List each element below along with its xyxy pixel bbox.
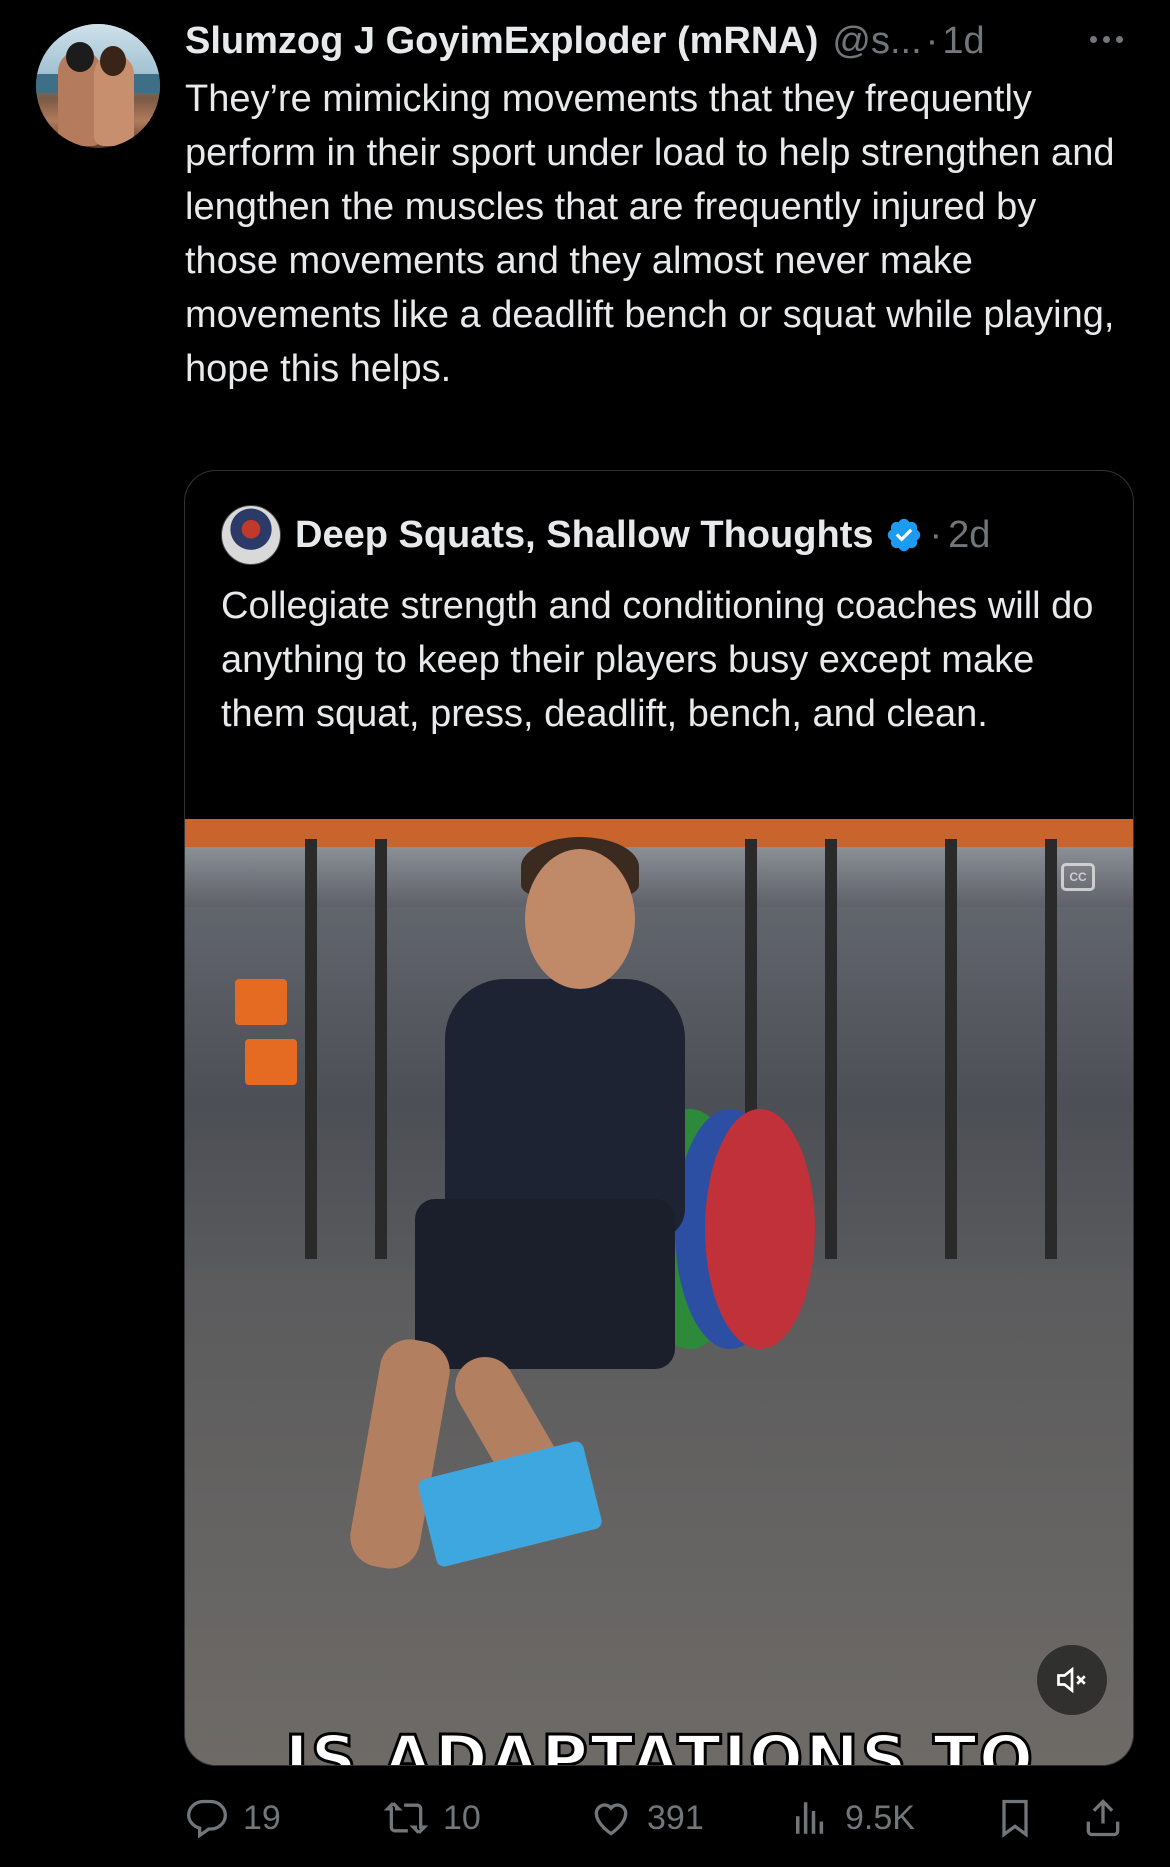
quoted-tweet-separator: ·	[929, 513, 943, 556]
tweet-timestamp[interactable]: 1d	[942, 14, 984, 68]
mute-icon[interactable]	[1037, 1645, 1107, 1715]
reply-button[interactable]: 19	[185, 1790, 281, 1846]
quoted-tweet[interactable]: Deep Squats, Shallow Thoughts · 2d Colle…	[184, 470, 1134, 1766]
bookmark-button[interactable]	[993, 1790, 1051, 1846]
tweet-header: Slumzog J GoyimExploder (mRNA) @s... · 1…	[185, 14, 1145, 68]
tweet-text: They’re mimicking movements that they fr…	[185, 78, 1115, 390]
like-button[interactable]: 391	[589, 1790, 704, 1846]
quoted-tweet-timestamp[interactable]: 2d	[948, 514, 990, 557]
repost-icon	[383, 1802, 429, 1834]
repost-count: 10	[443, 1798, 481, 1837]
bookmark-icon	[1002, 1799, 1028, 1838]
view-count: 9.5K	[845, 1798, 915, 1837]
quoted-tweet-text: Collegiate strength and conditioning coa…	[221, 585, 1094, 735]
separator-dot: ·	[925, 20, 939, 62]
share-icon	[1086, 1799, 1120, 1837]
share-button[interactable]	[1081, 1790, 1139, 1846]
repost-button[interactable]: 10	[383, 1790, 481, 1846]
video-caption: IS ADAPTATIONS TO	[283, 1722, 1036, 1766]
like-count: 391	[647, 1798, 704, 1837]
tweet: Slumzog J GoyimExploder (mRNA) @s... · 1…	[0, 0, 1170, 1867]
views-icon	[796, 1802, 824, 1834]
reply-count: 19	[243, 1798, 281, 1837]
verified-badge-icon	[888, 518, 921, 552]
more-options-icon[interactable]	[1090, 36, 1170, 43]
user-avatar[interactable]	[36, 24, 160, 148]
closed-captions-icon[interactable]: CC	[1061, 863, 1095, 891]
quoted-author-avatar[interactable]	[221, 505, 281, 565]
views-button[interactable]: 9.5K	[789, 1790, 915, 1846]
heart-icon	[594, 1803, 628, 1836]
reply-icon	[187, 1799, 227, 1839]
action-bar: 19 10 391 9.5K	[185, 1790, 1140, 1846]
quoted-tweet-header: Deep Squats, Shallow Thoughts · 2d	[221, 505, 990, 565]
quoted-author-display-name[interactable]: Deep Squats, Shallow Thoughts	[295, 514, 873, 557]
author-handle[interactable]: @s...	[832, 14, 921, 68]
quoted-tweet-video[interactable]: CC IS ADAPTATIONS TO	[185, 819, 1133, 1766]
author-display-name[interactable]: Slumzog J GoyimExploder (mRNA)	[185, 14, 818, 68]
